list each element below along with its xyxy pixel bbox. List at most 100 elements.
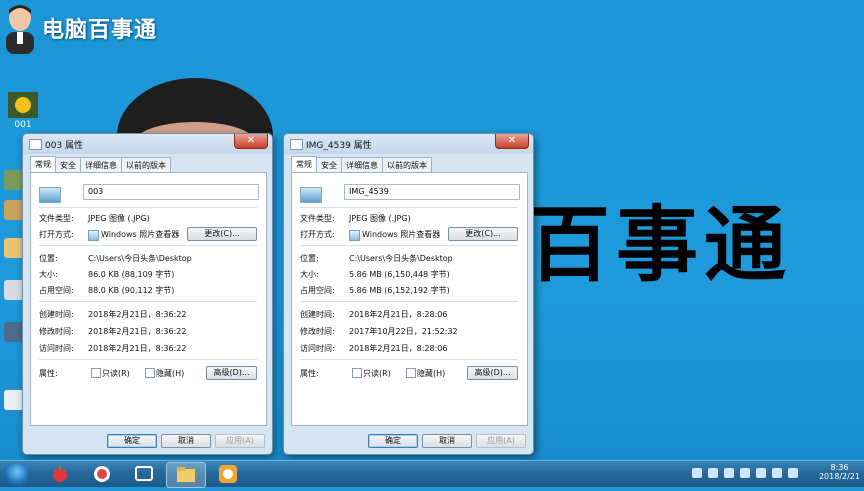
readonly-checkbox[interactable]	[352, 368, 362, 378]
cancel-button[interactable]: 取消	[161, 434, 211, 448]
accessed-value: 2018年2月21日，8:36:22	[88, 344, 187, 353]
network-icon[interactable]	[740, 468, 750, 478]
modified-label: 修改时间:	[39, 327, 74, 336]
created-label: 创建时间:	[300, 310, 335, 319]
advanced-button[interactable]: 高级(D)...	[206, 366, 257, 380]
apply-button[interactable]: 应用(A)	[476, 434, 526, 448]
clock[interactable]: 8:36 2018/2/21	[819, 463, 860, 481]
close-button[interactable]: ✕	[234, 134, 268, 149]
size-label: 大小:	[39, 270, 58, 279]
open-with-label: 打开方式:	[300, 230, 335, 239]
avatar	[2, 2, 38, 54]
modified-label: 修改时间:	[300, 327, 335, 336]
divider	[300, 301, 518, 302]
readonly-checkbox[interactable]	[91, 368, 101, 378]
disk-size-value: 5.86 MB (6,152,192 字节)	[349, 286, 450, 295]
document-icon[interactable]	[4, 280, 24, 300]
size-label: 大小:	[300, 270, 319, 279]
attributes-label: 属性:	[300, 369, 319, 378]
general-panel: IMG_4539 文件类型: JPEG 图像 (.JPG) 打开方式: Windo…	[291, 172, 528, 426]
cancel-button[interactable]: 取消	[422, 434, 472, 448]
created-value: 2018年2月21日，8:28:06	[349, 310, 448, 319]
dialog-titlebar[interactable]: IMG_4539 属性 ✕	[284, 134, 533, 154]
overlay-big-text: 百事通	[528, 198, 793, 293]
filename-input[interactable]: IMG_4539	[344, 184, 520, 200]
modified-value: 2017年10月22日，21:52:32	[349, 327, 458, 336]
app-icon[interactable]	[4, 170, 24, 190]
change-button[interactable]: 更改(C)...	[187, 227, 257, 241]
keyboard-icon[interactable]	[692, 468, 702, 478]
volume-icon[interactable]	[788, 468, 798, 478]
tray-app-icon[interactable]	[708, 468, 718, 478]
file-icon	[29, 139, 42, 150]
app-icon[interactable]	[4, 200, 24, 220]
flag-icon[interactable]	[756, 468, 766, 478]
hidden-label: 隐藏(H)	[417, 369, 446, 378]
media-app-icon[interactable]	[128, 462, 160, 486]
divider	[300, 207, 518, 208]
readonly-label: 只读(R)	[363, 369, 391, 378]
disk-size-label: 占用空间:	[39, 286, 74, 295]
created-label: 创建时间:	[39, 310, 74, 319]
type-value: JPEG 图像 (.JPG)	[88, 214, 150, 223]
location-label: 位置:	[300, 254, 319, 263]
location-value: C:\Users\今日头条\Desktop	[349, 254, 453, 263]
brand-title: 电脑百事通	[42, 18, 158, 43]
clock-date: 2018/2/21	[818, 472, 860, 481]
start-orb[interactable]	[4, 462, 30, 486]
ok-button[interactable]: 确定	[107, 434, 157, 448]
accessed-label: 访问时间:	[300, 344, 335, 353]
display-icon[interactable]	[772, 468, 782, 478]
divider	[300, 359, 518, 360]
type-value: JPEG 图像 (.JPG)	[349, 214, 411, 223]
disk-size-label: 占用空间:	[300, 286, 335, 295]
divider	[39, 245, 257, 246]
app-icon[interactable]	[4, 322, 24, 342]
divider	[39, 207, 257, 208]
dialog-title: 003 属性	[45, 141, 84, 151]
modified-value: 2018年2月21日，8:36:22	[88, 327, 187, 336]
open-with-value: Windows 照片查看器	[362, 230, 441, 239]
size-value: 5.86 MB (6,150,448 字节)	[349, 270, 450, 279]
accessed-value: 2018年2月21日，8:28:06	[349, 344, 448, 353]
accessed-label: 访问时间:	[39, 344, 74, 353]
properties-dialog-img-4539: IMG_4539 属性 ✕ 常规 安全 详细信息 以前的版本 IMG_4539 …	[283, 133, 534, 455]
location-value: C:\Users\今日头条\Desktop	[88, 254, 192, 263]
gallery-app-icon[interactable]	[212, 462, 244, 486]
created-value: 2018年2月21日，8:36:22	[88, 310, 187, 319]
record-app-icon[interactable]	[86, 462, 118, 486]
document-icon[interactable]	[4, 390, 24, 410]
hidden-checkbox[interactable]	[406, 368, 416, 378]
filename-input[interactable]: 003	[83, 184, 259, 200]
fruit-app-icon[interactable]	[44, 462, 76, 486]
advanced-button[interactable]: 高级(D)...	[467, 366, 518, 380]
folder-icon[interactable]	[4, 238, 24, 258]
desktop-icon-001[interactable]: 001	[6, 92, 40, 130]
attributes-label: 属性:	[39, 369, 58, 378]
brand-watermark: 电脑百事通	[2, 2, 157, 54]
file-icon	[290, 139, 303, 150]
open-with-value: Windows 照片查看器	[101, 230, 180, 239]
divider	[39, 301, 257, 302]
ok-button[interactable]: 确定	[368, 434, 418, 448]
dialog-title: IMG_4539 属性	[306, 141, 372, 151]
tab-general[interactable]: 常规	[30, 156, 56, 173]
tab-general[interactable]: 常规	[291, 156, 317, 173]
photo-viewer-icon	[88, 230, 99, 241]
folder-icon[interactable]	[166, 462, 206, 488]
general-panel: 003 文件类型: JPEG 图像 (.JPG) 打开方式: Windows 照片…	[30, 172, 267, 426]
change-button[interactable]: 更改(C)...	[448, 227, 518, 241]
hidden-checkbox[interactable]	[145, 368, 155, 378]
location-label: 位置:	[39, 254, 58, 263]
photo-viewer-icon	[349, 230, 360, 241]
clock-time: 8:36	[830, 463, 849, 472]
readonly-label: 只读(R)	[102, 369, 130, 378]
properties-dialog-003: 003 属性 ✕ 常规 安全 详细信息 以前的版本 003 文件类型: JPEG …	[22, 133, 273, 455]
disk-size-value: 88.0 KB (90,112 字节)	[88, 286, 175, 295]
apply-button[interactable]: 应用(A)	[215, 434, 265, 448]
dialog-titlebar[interactable]: 003 属性 ✕	[23, 134, 272, 154]
divider	[39, 359, 257, 360]
close-button[interactable]: ✕	[495, 134, 529, 149]
divider	[300, 245, 518, 246]
qq-icon[interactable]	[724, 468, 734, 478]
